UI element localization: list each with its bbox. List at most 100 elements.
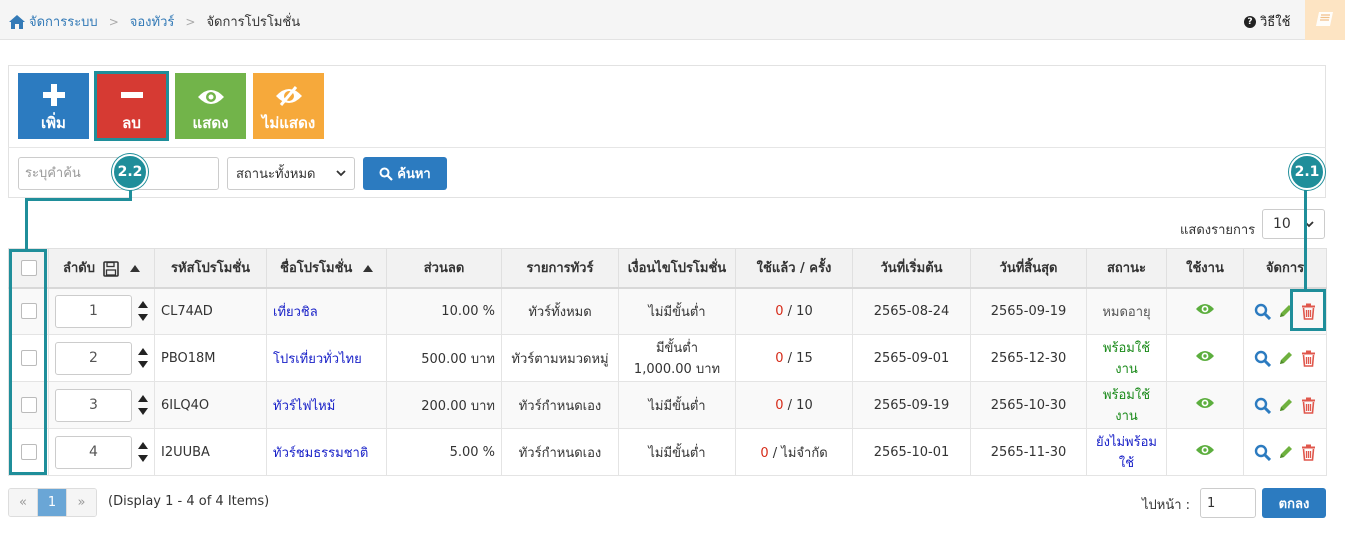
move-down-icon[interactable]: [138, 455, 148, 462]
minus-icon: [120, 92, 143, 98]
move-down-icon[interactable]: [138, 314, 148, 322]
order-input[interactable]: 1: [55, 294, 132, 328]
condition: ไม่มีขั้นต่ำ: [618, 381, 736, 429]
end-date: 2565-11-30: [970, 428, 1087, 476]
order-input[interactable]: 4: [55, 435, 132, 469]
move-up-icon[interactable]: [138, 301, 148, 309]
promo-name-link[interactable]: โปรเที่ยวทั่วไทย: [273, 352, 362, 367]
pencil-icon[interactable]: [1278, 397, 1294, 413]
page-current[interactable]: 1: [38, 489, 67, 516]
breadcrumb-home[interactable]: จัดการระบบ: [29, 11, 98, 32]
tour-items: ทัวร์กำหนดเอง: [501, 381, 619, 429]
question-icon: ?: [1244, 15, 1256, 28]
breadcrumb-parent[interactable]: จองทัวร์: [130, 11, 175, 32]
manage-cell: [1243, 334, 1327, 382]
active-cell: [1166, 381, 1244, 429]
page-prev[interactable]: «: [9, 489, 38, 516]
end-date: 2565-10-30: [970, 381, 1087, 429]
breadcrumb: จัดการระบบ > จองทัวร์ > จัดการโปรโมชั่น: [8, 11, 300, 32]
annotation-badge-row-delete: 2.1: [1289, 154, 1325, 190]
promo-name-link[interactable]: ทัวร์ไฟไหม้: [273, 399, 335, 414]
used-count: 0: [775, 397, 784, 413]
usage-cell: 0 / 15: [735, 334, 853, 382]
pencil-icon[interactable]: [1278, 444, 1294, 460]
usage-limit: / 10: [787, 397, 813, 413]
status-select[interactable]: สถานะทั้งหมด: [227, 157, 355, 190]
add-button[interactable]: เพิ่ม: [18, 73, 89, 139]
chevron-right-icon: >: [108, 14, 119, 29]
eye-slash-icon: [275, 86, 302, 106]
order-cell: 2: [48, 334, 155, 382]
pencil-icon[interactable]: [1278, 350, 1294, 366]
promo-name-link[interactable]: ทัวร์ชมธรรมชาติ: [273, 446, 368, 461]
delete-button[interactable]: ลบ: [94, 71, 169, 141]
manual-button[interactable]: [1305, 0, 1345, 40]
home-icon[interactable]: [8, 14, 26, 30]
page-next[interactable]: »: [67, 489, 96, 516]
header-order-label: ลำดับ: [62, 261, 95, 277]
search-button-label: ค้นหา: [397, 167, 431, 182]
header-active: ใช้งาน: [1166, 248, 1244, 289]
goto-page-input[interactable]: 1: [1200, 488, 1256, 518]
search-icon: [379, 167, 394, 181]
show-label: แสดง: [192, 114, 229, 132]
save-icon[interactable]: [103, 260, 120, 277]
discount: 5.00 %: [386, 428, 502, 476]
header-order[interactable]: ลำดับ: [48, 248, 155, 289]
order-input[interactable]: 2: [55, 341, 132, 375]
trash-icon[interactable]: [1301, 444, 1316, 461]
move-down-icon[interactable]: [138, 408, 148, 415]
active-cell: [1166, 334, 1244, 382]
hide-button[interactable]: ไม่แสดง: [253, 73, 324, 139]
move-up-icon[interactable]: [138, 348, 148, 355]
trash-icon[interactable]: [1301, 397, 1316, 414]
start-date: 2565-08-24: [852, 287, 971, 335]
search-icon[interactable]: [1254, 397, 1271, 414]
eye-icon[interactable]: [1195, 302, 1215, 316]
promo-name-cell: ทัวร์ไฟไหม้: [266, 381, 387, 429]
condition: ไม่มีขั้นต่ำ: [618, 287, 736, 335]
annotation-checkbox-column: [9, 249, 47, 475]
promo-name-link[interactable]: เที่ยวชิล: [273, 305, 318, 320]
discount: 500.00 บาท: [386, 334, 502, 382]
table-row: 4 I2UUBA ทัวร์ชมธรรมชาติ 5.00 % ทัวร์กำหนดเอ…: [8, 428, 1327, 476]
order-input[interactable]: 3: [55, 388, 132, 422]
header-name[interactable]: ชื่อโปรโมชั่น: [266, 248, 387, 289]
table-header-row: ลำดับ รหัสโปรโมชั่น ชื่อโปรโมชั่น ส่วนลด…: [8, 248, 1327, 289]
header-manage: จัดการ: [1243, 248, 1327, 289]
table-row: 1 CL74AD เที่ยวชิล 10.00 % ทัวร์ทั้งหมด ไม่มี…: [8, 287, 1327, 335]
search-icon[interactable]: [1254, 350, 1271, 367]
help-link[interactable]: ? วิธีใช้: [1244, 11, 1290, 32]
discount: 200.00 บาท: [386, 381, 502, 429]
search-icon[interactable]: [1254, 444, 1271, 461]
header-code: รหัสโปรโมชั่น: [154, 248, 267, 289]
eye-icon[interactable]: [1195, 396, 1215, 410]
show-button[interactable]: แสดง: [175, 73, 246, 139]
order-cell: 4: [48, 428, 155, 476]
eye-icon[interactable]: [1195, 349, 1215, 363]
sort-asc-icon: [130, 265, 141, 273]
header-start: วันที่เริ่มต้น: [852, 248, 971, 289]
order-cell: 3: [48, 381, 155, 429]
move-down-icon[interactable]: [138, 361, 148, 368]
usage-cell: 0 / 10: [735, 287, 853, 335]
trash-icon[interactable]: [1301, 350, 1316, 367]
add-label: เพิ่ม: [41, 114, 66, 132]
status-text: ยังไม่พร้อมใช้: [1086, 428, 1167, 476]
status-select-value: สถานะทั้งหมด: [236, 167, 316, 182]
usage-limit: / ไม่จำกัด: [772, 445, 828, 461]
move-up-icon[interactable]: [138, 442, 148, 449]
header-status: สถานะ: [1086, 248, 1167, 289]
pagination: « 1 »: [8, 488, 97, 517]
search-icon[interactable]: [1254, 303, 1271, 320]
promo-code: PBO18M: [154, 334, 267, 382]
active-cell: [1166, 428, 1244, 476]
goto-button[interactable]: ตกลง: [1262, 488, 1326, 518]
start-date: 2565-09-19: [852, 381, 971, 429]
page-size-select[interactable]: 10: [1262, 209, 1325, 239]
eye-icon[interactable]: [1195, 443, 1215, 457]
usage-cell: 0 / 10: [735, 381, 853, 429]
search-button[interactable]: ค้นหา: [363, 157, 447, 190]
move-up-icon[interactable]: [138, 395, 148, 402]
header-condition: เงื่อนไขโปรโมชั่น: [618, 248, 736, 289]
